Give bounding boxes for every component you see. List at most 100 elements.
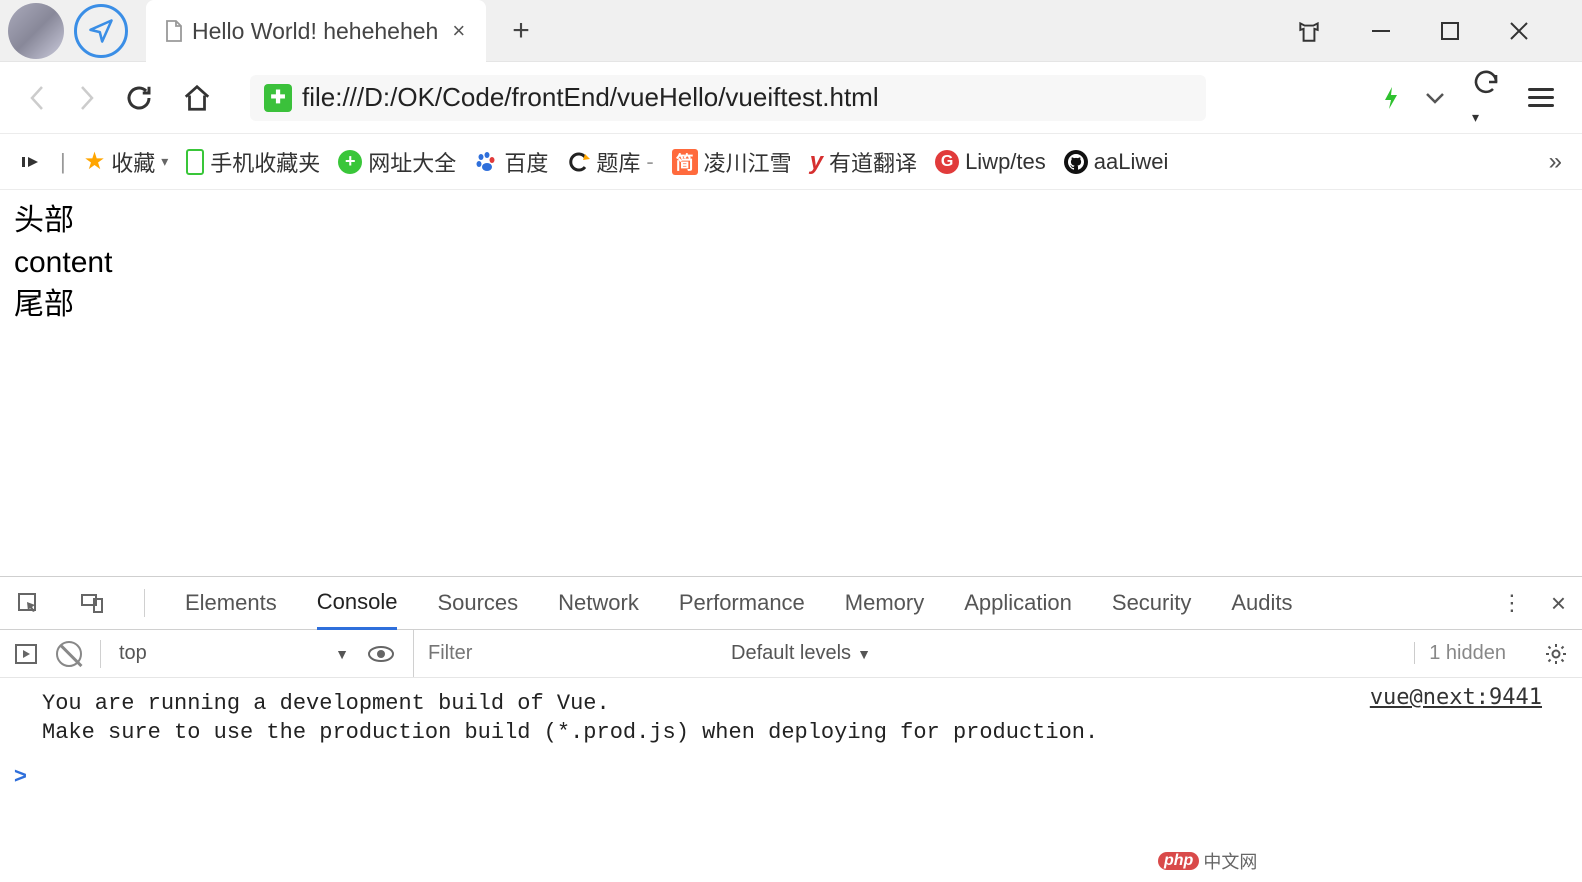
watermark-pill: php: [1158, 852, 1199, 870]
more-icon[interactable]: ⋮: [1501, 590, 1523, 616]
favorites-button[interactable]: ★ 收藏 ▾: [84, 146, 169, 178]
live-expression-icon[interactable]: [367, 645, 395, 663]
bookmark-label: 有道翻译: [829, 146, 917, 178]
bookmark-item-tiku[interactable]: 题库 -: [566, 146, 653, 178]
reload-button[interactable]: [124, 83, 154, 113]
file-icon: [164, 19, 184, 43]
url-box[interactable]: ✚ file:///D:/OK/Code/frontEnd/vueHello/v…: [250, 75, 1206, 121]
tab-elements[interactable]: Elements: [185, 578, 277, 628]
caret-down-icon: ▼: [857, 646, 871, 662]
tab-memory[interactable]: Memory: [845, 578, 924, 628]
watermark-text: 中文网: [1203, 848, 1257, 874]
page-content: 头部 content 尾部: [0, 190, 1582, 336]
hidden-count[interactable]: 1 hidden: [1414, 642, 1506, 665]
page-line-1: 头部: [14, 200, 1568, 242]
window-controls: [1296, 0, 1582, 61]
spacer: [556, 0, 1296, 61]
chevron-down-icon: ▾: [161, 153, 168, 170]
console-output: You are running a development build of V…: [0, 678, 1582, 759]
execute-icon[interactable]: [14, 643, 38, 665]
addressbar-right-icons: ▾: [1382, 66, 1554, 130]
devtools-right-controls: ⋮ ×: [1501, 588, 1566, 619]
bookmark-item-baidu[interactable]: 百度: [474, 146, 548, 178]
g-icon: G: [935, 150, 959, 174]
watermark: php 中文网: [1158, 848, 1257, 874]
jian-icon: 简: [672, 149, 698, 175]
plus-circle-icon: +: [338, 150, 362, 174]
bookmark-item-github[interactable]: aaLiwei: [1064, 149, 1169, 175]
console-source-link[interactable]: vue@next:9441: [1370, 685, 1542, 710]
tab-console[interactable]: Console: [317, 577, 398, 630]
page-line-3: 尾部: [14, 284, 1568, 326]
star-icon: ★: [84, 147, 106, 176]
tab-sources[interactable]: Sources: [437, 578, 518, 628]
bookmark-label: 百度: [504, 146, 548, 178]
chevron-down-icon[interactable]: [1424, 91, 1446, 105]
tab-security[interactable]: Security: [1112, 578, 1191, 628]
maximize-button[interactable]: [1440, 21, 1460, 41]
tab-application[interactable]: Application: [964, 578, 1072, 628]
browser-tab[interactable]: Hello World! heheheheh ×: [146, 0, 486, 62]
tab-audits[interactable]: Audits: [1231, 578, 1292, 628]
clear-console-icon[interactable]: [56, 641, 82, 667]
favorites-label: 收藏: [111, 146, 155, 178]
bookmarks-overflow-icon[interactable]: »: [1549, 148, 1562, 176]
forward-button[interactable]: [76, 83, 96, 113]
titlebar: Hello World! heheheheh × +: [0, 0, 1582, 62]
tab-close-icon[interactable]: ×: [452, 18, 465, 44]
devtools-panel: Elements Console Sources Network Perform…: [0, 576, 1582, 798]
address-bar: ✚ file:///D:/OK/Code/frontEnd/vueHello/v…: [0, 62, 1582, 134]
bookmark-item-phone[interactable]: 手机收藏夹: [186, 146, 320, 178]
bookmark-label: 题库: [596, 146, 640, 178]
bookmark-label: aaLiwei: [1094, 149, 1169, 175]
paw-icon: [474, 150, 498, 174]
caret-down-icon: ▼: [335, 646, 349, 662]
bookmark-item-gitee[interactable]: G Liwp/tes: [935, 149, 1046, 175]
bookmark-label: 凌川江雪: [704, 146, 792, 178]
prompt-caret-icon: >: [14, 763, 27, 788]
new-tab-button[interactable]: +: [486, 0, 556, 61]
page-line-2: content: [14, 242, 1568, 284]
context-label: top: [119, 642, 147, 665]
bookmark-label: 手机收藏夹: [210, 146, 320, 178]
skin-icon[interactable]: [1296, 18, 1322, 44]
separator: [100, 640, 101, 668]
levels-label: Default levels: [731, 642, 851, 665]
url-text: file:///D:/OK/Code/frontEnd/vueHello/vue…: [302, 82, 879, 113]
y-icon: y: [810, 148, 823, 176]
home-button[interactable]: [182, 83, 212, 113]
sidebar-toggle-icon[interactable]: [20, 151, 42, 173]
bolt-icon[interactable]: [1382, 85, 1400, 111]
console-prompt[interactable]: >: [0, 759, 1582, 793]
devtools-tabs: Elements Console Sources Network Perform…: [0, 577, 1582, 630]
context-selector[interactable]: top ▼: [119, 642, 349, 665]
gear-icon[interactable]: [1544, 642, 1568, 666]
undo-icon[interactable]: ▾: [1470, 66, 1504, 130]
device-toggle-icon[interactable]: [80, 591, 104, 615]
devtools-close-icon[interactable]: ×: [1551, 588, 1566, 619]
console-toolbar: top ▼ Default levels ▼ 1 hidden: [0, 630, 1582, 678]
console-message: You are running a development build of V…: [42, 690, 1540, 747]
tab-title: Hello World! heheheheh: [192, 18, 438, 45]
tab-network[interactable]: Network: [558, 578, 639, 628]
tab-performance[interactable]: Performance: [679, 578, 805, 628]
log-levels-selector[interactable]: Default levels ▼: [731, 642, 871, 665]
bookmarks-bar: | ★ 收藏 ▾ 手机收藏夹 + 网址大全 百度 题库 - 简 凌川江雪 y 有…: [0, 134, 1582, 190]
bookmark-label: 网址大全: [368, 146, 456, 178]
close-window-button[interactable]: [1508, 20, 1530, 42]
hamburger-menu-icon[interactable]: [1528, 88, 1554, 107]
browser-logo-icon[interactable]: [74, 4, 128, 58]
back-button[interactable]: [28, 83, 48, 113]
c-icon: [566, 150, 590, 174]
separator: |: [60, 149, 66, 175]
github-icon: [1064, 150, 1088, 174]
bookmark-item-360[interactable]: + 网址大全: [338, 146, 456, 178]
bookmark-item-youdao[interactable]: y 有道翻译: [810, 146, 917, 178]
filter-input[interactable]: [413, 630, 713, 677]
bookmark-label: Liwp/tes: [965, 149, 1046, 175]
bookmark-suffix: -: [646, 149, 653, 175]
profile-avatar[interactable]: [8, 3, 64, 59]
minimize-button[interactable]: [1370, 20, 1392, 42]
bookmark-item-jianshu[interactable]: 简 凌川江雪: [672, 146, 792, 178]
inspect-icon[interactable]: [16, 591, 40, 615]
